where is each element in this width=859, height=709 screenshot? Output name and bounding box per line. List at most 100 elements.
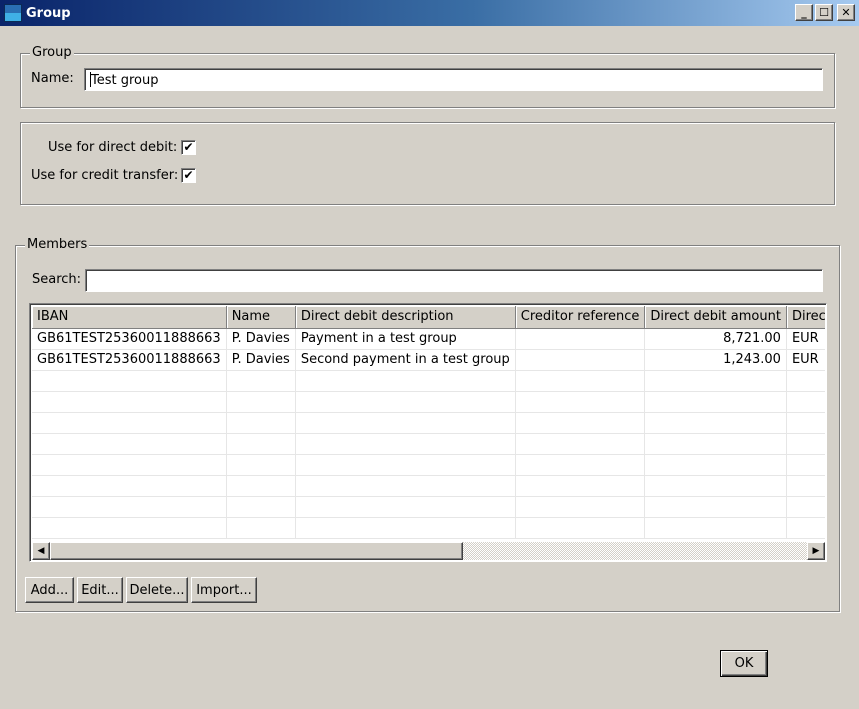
empty-cell [786,433,825,455]
empty-cell [295,412,516,434]
empty-cell [32,412,227,434]
empty-cell [644,412,787,434]
empty-cell [644,454,787,476]
direct-debit-checkbox[interactable]: ✔ [181,140,196,155]
group-legend: Group [30,45,74,60]
empty-cell [32,433,227,455]
name-input[interactable]: Test group [84,68,823,91]
maximize-button[interactable]: ☐ [815,4,833,21]
empty-table-row [32,496,825,518]
check-mark-icon: ✔ [183,140,194,154]
search-input[interactable] [85,269,823,292]
empty-cell [295,370,516,392]
empty-cell [32,517,227,539]
empty-cell [515,370,646,392]
empty-cell [644,391,787,413]
empty-cell [515,391,646,413]
empty-cell [515,517,646,539]
empty-table-row [32,517,825,539]
members-table[interactable]: IBAN Name Direct debit description Credi… [29,303,827,562]
empty-cell [226,475,296,497]
column-header-direct-debit[interactable]: Direct debit [786,306,825,329]
empty-cell [786,412,825,434]
empty-cell [295,517,516,539]
empty-cell [295,391,516,413]
empty-cell [644,517,787,539]
empty-cell [32,370,227,392]
empty-table-row [32,391,825,413]
empty-cell [226,454,296,476]
search-label: Search: [32,272,82,287]
table-row[interactable]: GB61TEST25360011888663 P. Davies Second … [32,349,825,371]
title-bar: Group _ ☐ ✕ [0,0,859,26]
empty-cell [644,496,787,518]
name-input-value: Test group [91,73,159,88]
ok-button[interactable]: OK [720,650,768,677]
close-button[interactable]: ✕ [837,4,855,21]
empty-cell [644,475,787,497]
cell-name: P. Davies [226,349,296,371]
column-header-description[interactable]: Direct debit description [295,306,516,329]
cell-description: Second payment in a test group [295,349,516,371]
empty-cell [786,517,825,539]
empty-cell [295,475,516,497]
column-header-creditor-reference[interactable]: Creditor reference [515,306,646,329]
cell-iban: GB61TEST25360011888663 [32,328,227,350]
minimize-button[interactable]: _ [795,4,813,21]
table-row[interactable]: GB61TEST25360011888663 P. Davies Payment… [32,328,825,350]
empty-cell [515,475,646,497]
empty-cell [644,433,787,455]
empty-table-row [32,433,825,455]
scroll-left-button[interactable]: ◀ [32,542,50,560]
empty-cell [295,496,516,518]
members-table-grid: IBAN Name Direct debit description Credi… [32,306,825,539]
empty-cell [786,496,825,518]
delete-button[interactable]: Delete... [126,577,188,603]
cell-amount: 1,243.00 [644,349,787,371]
empty-cell [786,391,825,413]
empty-cell [644,370,787,392]
arrow-right-icon: ▶ [812,546,820,556]
table-header-row: IBAN Name Direct debit description Credi… [32,306,825,329]
column-header-iban[interactable]: IBAN [32,306,227,329]
empty-cell [515,454,646,476]
empty-table-row [32,370,825,392]
column-header-name[interactable]: Name [226,306,296,329]
cell-name: P. Davies [226,328,296,350]
empty-cell [226,391,296,413]
empty-cell [515,496,646,518]
empty-cell [295,433,516,455]
import-button[interactable]: Import... [191,577,257,603]
cell-creditor-reference [515,349,646,371]
options-groupbox [20,122,835,205]
cell-iban: GB61TEST25360011888663 [32,349,227,371]
empty-cell [226,370,296,392]
empty-cell [32,496,227,518]
empty-table-row [32,475,825,497]
check-mark-icon: ✔ [183,168,194,182]
members-legend: Members [25,237,90,252]
cell-description: Payment in a test group [295,328,516,350]
scroll-right-button[interactable]: ▶ [807,542,825,560]
empty-cell [226,517,296,539]
empty-cell [786,370,825,392]
window-controls: _ ☐ ✕ [795,4,855,21]
empty-cell [226,433,296,455]
scroll-thumb[interactable] [50,542,463,560]
empty-table-row [32,454,825,476]
empty-cell [32,391,227,413]
cell-amount: 8,721.00 [644,328,787,350]
column-header-amount[interactable]: Direct debit amount [644,306,787,329]
members-table-viewport: IBAN Name Direct debit description Credi… [32,306,825,542]
cell-currency: EUR [786,349,825,371]
credit-transfer-checkbox[interactable]: ✔ [181,168,196,183]
horizontal-scrollbar[interactable]: ◀ ▶ [32,542,825,560]
cell-creditor-reference [515,328,646,350]
empty-cell [515,433,646,455]
empty-cell [295,454,516,476]
empty-cell [786,454,825,476]
edit-button[interactable]: Edit... [77,577,123,603]
app-icon [4,4,22,22]
empty-cell [226,496,296,518]
add-button[interactable]: Add... [25,577,74,603]
